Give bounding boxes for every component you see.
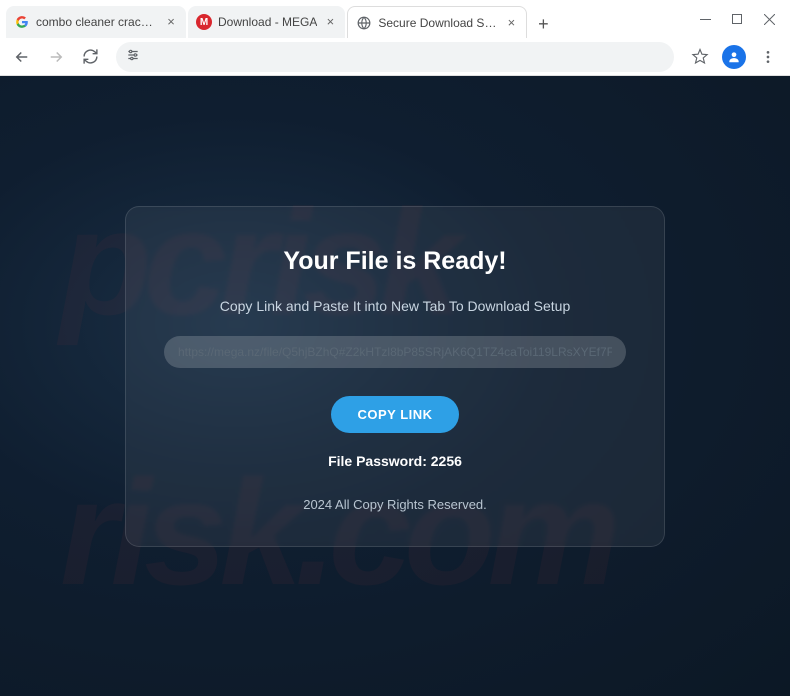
maximize-icon[interactable] (730, 12, 744, 26)
close-icon[interactable]: × (323, 15, 337, 29)
close-icon[interactable]: × (164, 15, 178, 29)
card-subtitle: Copy Link and Paste It into New Tab To D… (164, 298, 626, 314)
close-window-icon[interactable] (762, 12, 776, 26)
profile-avatar[interactable] (720, 43, 748, 71)
tab-title: Download - MEGA (218, 15, 317, 29)
toolbar (0, 38, 790, 76)
tab-title: combo cleaner crack 2024 dow... (36, 15, 158, 29)
minimize-icon[interactable] (698, 12, 712, 26)
reload-button[interactable] (76, 43, 104, 71)
bookmark-icon[interactable] (686, 43, 714, 71)
google-icon (14, 14, 30, 30)
globe-icon (356, 15, 372, 31)
close-icon[interactable]: × (504, 16, 518, 30)
file-password: File Password: 2256 (164, 453, 626, 469)
mega-icon: M (196, 14, 212, 30)
tab-1[interactable]: M Download - MEGA × (188, 6, 345, 38)
download-card: Your File is Ready! Copy Link and Paste … (125, 206, 665, 547)
card-title: Your File is Ready! (164, 247, 626, 276)
page-content: pcrisk risk.com Your File is Ready! Copy… (0, 76, 790, 696)
forward-button[interactable] (42, 43, 70, 71)
copy-link-button[interactable]: COPY LINK (331, 396, 458, 433)
download-link-input[interactable] (164, 336, 626, 368)
address-bar[interactable] (116, 42, 674, 72)
tab-0[interactable]: combo cleaner crack 2024 dow... × (6, 6, 186, 38)
tab-title: Secure Download Storage (378, 16, 498, 30)
browser-window: combo cleaner crack 2024 dow... × M Down… (0, 0, 790, 696)
copyright-footer: 2024 All Copy Rights Reserved. (164, 497, 626, 512)
menu-icon[interactable] (754, 43, 782, 71)
back-button[interactable] (8, 43, 36, 71)
new-tab-button[interactable]: + (529, 10, 557, 38)
site-settings-icon[interactable] (126, 48, 140, 65)
tab-2-active[interactable]: Secure Download Storage × (347, 6, 527, 38)
window-controls (684, 0, 790, 38)
titlebar: combo cleaner crack 2024 dow... × M Down… (0, 0, 790, 38)
tab-strip: combo cleaner crack 2024 dow... × M Down… (0, 4, 684, 38)
